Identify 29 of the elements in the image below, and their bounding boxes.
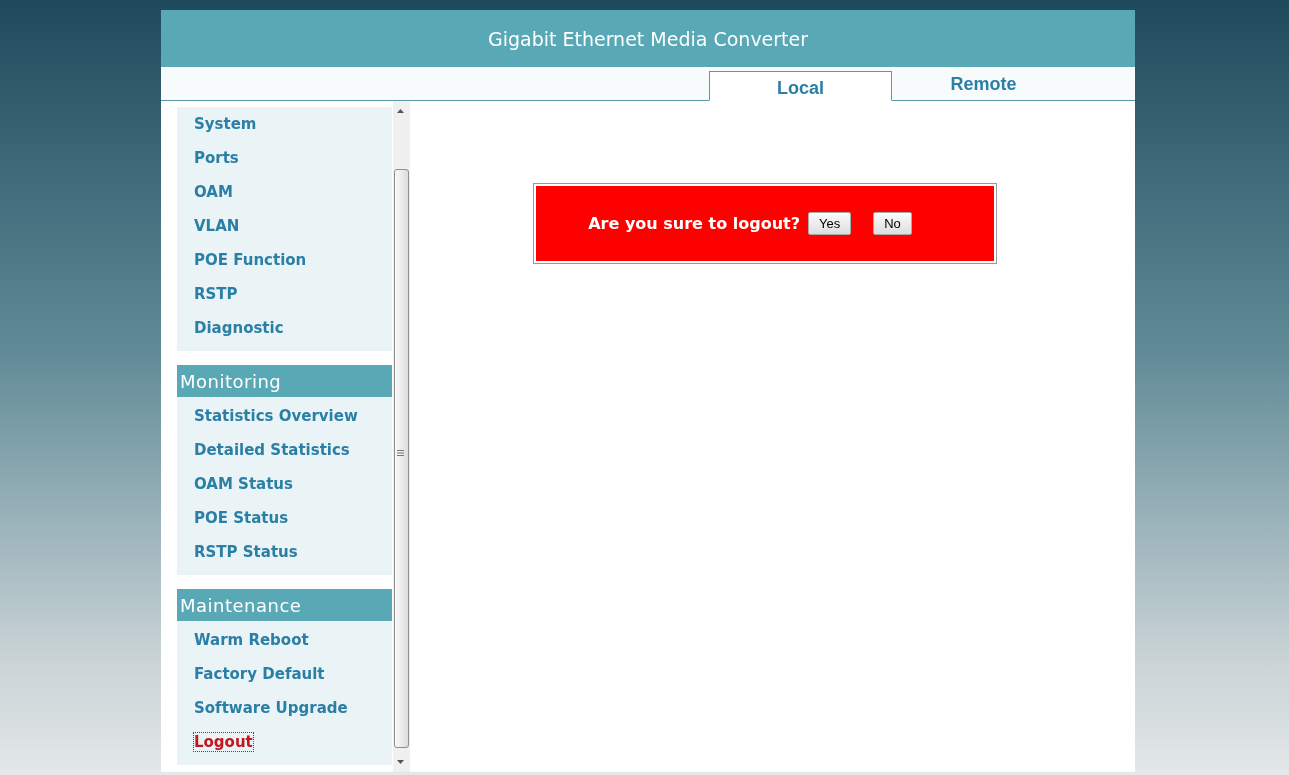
menu-link[interactable]: Factory Default bbox=[194, 665, 325, 683]
menu-link[interactable]: VLAN bbox=[194, 217, 240, 235]
tab[interactable]: Local bbox=[709, 71, 892, 101]
menu-link[interactable]: RSTP Status bbox=[194, 543, 298, 561]
page-title: Gigabit Ethernet Media Converter bbox=[161, 10, 1135, 67]
menu-link[interactable]: Warm Reboot bbox=[194, 631, 309, 649]
section-header: Monitoring bbox=[177, 365, 392, 397]
menu-link[interactable]: System bbox=[194, 115, 257, 133]
dialog-button[interactable]: No bbox=[873, 212, 912, 235]
grip-icon bbox=[397, 450, 404, 456]
section-header: Maintenance bbox=[177, 589, 392, 621]
scroll-down-icon[interactable] bbox=[397, 760, 404, 764]
menu-link[interactable]: Detailed Statistics bbox=[194, 441, 350, 459]
menu-link[interactable]: RSTP bbox=[194, 285, 238, 303]
menu-link[interactable]: OAM bbox=[194, 183, 233, 201]
scroll-up-icon[interactable] bbox=[397, 109, 404, 113]
menu-link[interactable]: OAM Status bbox=[194, 475, 293, 493]
menu-link[interactable]: Statistics Overview bbox=[194, 407, 358, 425]
menu-link[interactable]: Diagnostic bbox=[194, 319, 284, 337]
scroll-thumb[interactable] bbox=[394, 169, 409, 748]
menu-link[interactable]: POE Status bbox=[194, 509, 289, 527]
scrollbar[interactable] bbox=[393, 101, 410, 772]
tab[interactable]: Remote bbox=[892, 72, 1075, 100]
menu-link[interactable]: POE Function bbox=[194, 251, 307, 269]
menu-link[interactable]: Logout bbox=[194, 733, 253, 751]
confirm-message: Are you sure to logout? bbox=[588, 214, 800, 233]
menu-link[interactable]: Software Upgrade bbox=[194, 699, 348, 717]
dialog-button[interactable]: Yes bbox=[807, 212, 852, 235]
menu-link[interactable]: Ports bbox=[194, 149, 239, 167]
